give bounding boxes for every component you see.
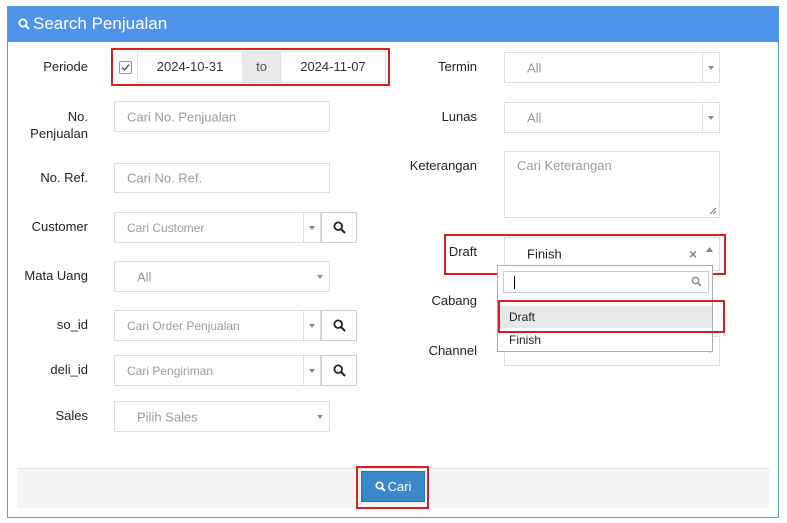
customer-placeholder: Cari Customer — [127, 220, 205, 235]
no-penjualan-label-line2: Penjualan — [30, 126, 88, 141]
mata-uang-select[interactable]: All — [114, 261, 330, 292]
chevron-down-icon — [702, 103, 719, 132]
periode-checkbox[interactable] — [119, 61, 132, 74]
chevron-down-icon — [303, 356, 320, 385]
deli-id-label: deli_id — [50, 362, 88, 377]
search-icon — [333, 364, 346, 377]
chevron-down-icon — [303, 213, 320, 242]
keterangan-label: Keterangan — [409, 158, 477, 173]
chevron-down-icon — [303, 311, 320, 340]
so-id-search-button[interactable] — [321, 310, 357, 341]
lunas-value: All — [527, 110, 542, 125]
customer-search-button[interactable] — [321, 212, 357, 243]
customer-select[interactable]: Cari Customer — [114, 212, 321, 243]
search-icon — [333, 319, 346, 332]
chevron-down-icon — [312, 402, 329, 431]
periode-label: Periode — [43, 59, 88, 74]
deli-id-search-button[interactable] — [321, 355, 357, 386]
lunas-select[interactable]: All — [504, 102, 720, 133]
date-to-separator: to — [243, 51, 280, 83]
search-icon — [333, 221, 346, 234]
deli-id-placeholder: Cari Pengiriman — [127, 363, 214, 378]
no-penjualan-input[interactable]: Cari No. Penjualan — [114, 101, 330, 132]
customer-label: Customer — [31, 219, 88, 234]
search-icon — [18, 8, 30, 41]
cabang-label: Cabang — [431, 293, 477, 308]
sales-value: Pilih Sales — [137, 409, 198, 424]
channel-label: Channel — [428, 343, 477, 358]
mata-uang-label: Mata Uang — [24, 268, 88, 283]
so-id-select[interactable]: Cari Order Penjualan — [114, 310, 321, 341]
keterangan-textarea[interactable]: Cari Keterangan — [504, 151, 720, 218]
resize-handle-icon[interactable] — [709, 207, 717, 215]
lunas-label: Lunas — [441, 109, 477, 124]
sales-select[interactable]: Pilih Sales — [114, 401, 330, 432]
close-icon[interactable]: × — [689, 246, 697, 262]
check-icon — [121, 64, 130, 72]
chevron-down-icon — [312, 262, 329, 291]
so-id-placeholder: Cari Order Penjualan — [127, 318, 240, 333]
panel-title: Search Penjualan — [33, 14, 168, 33]
so-id-label: so_id — [56, 317, 88, 332]
no-ref-label: No. Ref. — [40, 170, 88, 185]
search-icon — [375, 481, 386, 492]
termin-select[interactable]: All — [504, 52, 720, 83]
chevron-up-icon — [706, 247, 713, 252]
cari-button-label: Cari — [387, 479, 412, 494]
termin-label: Termin — [437, 59, 477, 74]
deli-id-select[interactable]: Cari Pengiriman — [114, 355, 321, 386]
text-caret — [514, 276, 515, 289]
search-icon — [691, 276, 702, 287]
cari-button[interactable]: Cari — [361, 471, 425, 502]
termin-value: All — [527, 60, 542, 75]
mata-uang-value: All — [137, 269, 152, 284]
no-ref-input[interactable]: Cari No. Ref. — [114, 163, 330, 193]
no-ref-placeholder: Cari No. Ref. — [127, 170, 203, 186]
no-penjualan-label-line1: No. — [67, 109, 88, 124]
date-from-input[interactable]: 2024-10-31 — [137, 51, 243, 83]
no-penjualan-placeholder: Cari No. Penjualan — [127, 109, 237, 124]
draft-label: Draft — [448, 244, 477, 259]
sales-label: Sales — [55, 408, 88, 423]
keterangan-placeholder: Cari Keterangan — [517, 158, 612, 173]
dropdown-search-input[interactable] — [503, 271, 709, 293]
chevron-down-icon — [702, 53, 719, 82]
draft-option-highlight — [498, 300, 725, 333]
panel-header: Search Penjualan — [8, 7, 778, 42]
no-penjualan-label: No. Penjualan — [20, 108, 88, 142]
date-to-input[interactable]: 2024-11-07 — [280, 51, 386, 83]
draft-value: Finish — [527, 246, 562, 262]
